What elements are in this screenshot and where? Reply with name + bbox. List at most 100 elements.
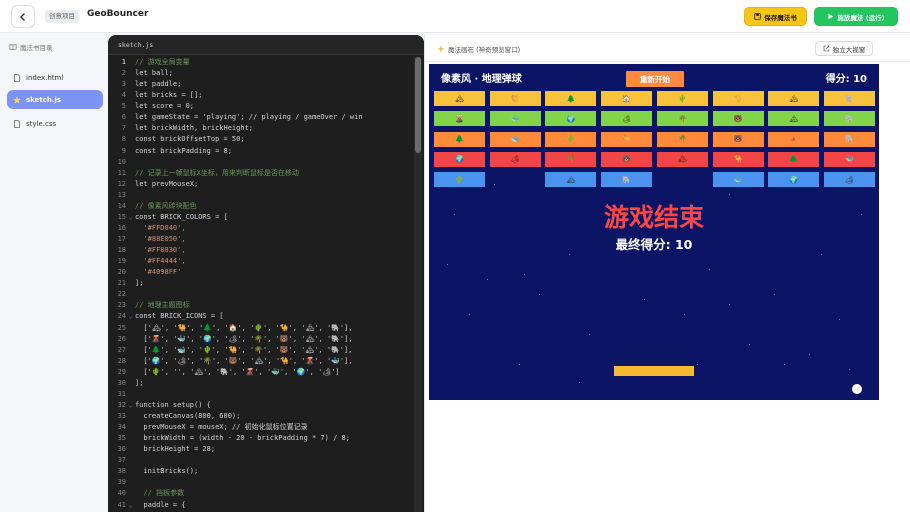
- sidebar-item-index-html[interactable]: index.html: [7, 68, 103, 87]
- code-line[interactable]: 29 ['🌵', '', '🏔', '🐘', '🌋', '🐳', '🌍', '🏕…: [108, 367, 414, 378]
- fold-chevron-icon[interactable]: ⌄: [126, 500, 135, 511]
- code-line[interactable]: 4 let bricks = [];: [108, 90, 414, 101]
- brick: 🐻: [601, 151, 653, 167]
- code-line[interactable]: 2 let ball;: [108, 68, 414, 79]
- background-star: [569, 254, 571, 256]
- sidebar-item-sketch-js[interactable]: sketch.js: [7, 90, 103, 109]
- code-line[interactable]: 38 initBricks();: [108, 466, 414, 477]
- editor-tab[interactable]: sketch.js: [108, 35, 424, 55]
- line-number: 33: [117, 412, 126, 420]
- code-line[interactable]: 14 // 像素风砖块配色: [108, 201, 414, 212]
- open-window-button[interactable]: 独立大视窗: [815, 41, 873, 56]
- code-line[interactable]: 41 ⌄ paddle = {: [108, 500, 414, 511]
- back-button[interactable]: [11, 5, 35, 28]
- code-line[interactable]: 22: [108, 289, 414, 300]
- code-line[interactable]: 27 ['🌲', '🐋', '🌵', '🐫', '🌴', '🐻', '🏔', '…: [108, 345, 414, 356]
- code-line[interactable]: 40 // 挡板参数: [108, 488, 414, 499]
- restart-button[interactable]: 重新开始: [626, 71, 684, 87]
- brick: 🌵: [545, 131, 597, 147]
- code-line[interactable]: 30];: [108, 378, 414, 389]
- code-line[interactable]: 10: [108, 157, 414, 168]
- code-line[interactable]: 39: [108, 477, 414, 488]
- fold-chevron-icon[interactable]: ⌄: [126, 400, 135, 411]
- star-icon: [13, 95, 21, 103]
- code-line[interactable]: 33 createCanvas(800, 600);: [108, 411, 414, 422]
- brick: 🏕: [823, 172, 875, 188]
- code-text: createCanvas(800, 600);: [135, 412, 241, 420]
- line-number: 11: [117, 168, 126, 177]
- code-line[interactable]: 19 '#FF4444',: [108, 256, 414, 267]
- line-number: 19: [117, 257, 126, 266]
- background-star: [579, 382, 581, 384]
- code-line[interactable]: 21];: [108, 278, 414, 289]
- code-line[interactable]: 12 let prevMouseX;: [108, 179, 414, 190]
- code-line[interactable]: 28 ['🌍', '🏕', '🌴', '🐻', '🏔', '🐪', '🌋', '…: [108, 356, 414, 367]
- code-line[interactable]: 8 const brickOffsetTop = 50;: [108, 134, 414, 145]
- code-line[interactable]: 26 ['🌋', '🐳', '🌍', '🏕', '🌴', '🐻', '🏔', '…: [108, 334, 414, 345]
- save-button[interactable]: 保存魔法书: [744, 7, 807, 26]
- code-line[interactable]: 9 const brickPadding = 8;: [108, 146, 414, 157]
- paddle: [614, 366, 694, 376]
- sidebar-item-label: index.html: [26, 73, 64, 82]
- code-line[interactable]: 23 // 地理主题图标: [108, 300, 414, 311]
- code-editor[interactable]: sketch.js 1 // 游戏全局变量 2 let ball; 3 let paddl…: [108, 35, 424, 512]
- line-number: 5: [121, 102, 126, 111]
- brick: 🐪: [712, 91, 764, 106]
- code-line[interactable]: 36 brickHeight = 28;: [108, 444, 414, 455]
- code-text: '#4098FF': [135, 268, 182, 277]
- background-star: [774, 294, 776, 296]
- background-star: [684, 314, 686, 316]
- code-line[interactable]: 35 brickWidth = (width - 20 - brickPaddi…: [108, 433, 414, 444]
- code-area[interactable]: 1 // 游戏全局变量 2 let ball; 3 let paddle; 4 let bri…: [108, 57, 414, 511]
- ball: [852, 384, 862, 394]
- play-icon: [828, 13, 834, 20]
- code-line[interactable]: 5 let score = 0;: [108, 101, 414, 112]
- game-canvas[interactable]: 像素风 · 地理弹球 重新开始 得分: 10 游戏结束 最终得分: 10 🏔 🐫 🌲…: [429, 64, 879, 400]
- code-line[interactable]: 6 let gameState = 'playing'; // playing /…: [108, 112, 414, 123]
- brick: 🌍: [768, 172, 820, 188]
- code-line[interactable]: 25 ['🏔', '🐫', '🌲', '🏠', '🌵', '🐪', '🏔', '…: [108, 323, 414, 334]
- code-text: const BRICK_COLORS = [: [135, 212, 228, 221]
- line-number: 1: [121, 58, 126, 66]
- brick: 🌴: [656, 111, 708, 127]
- fold-chevron-icon[interactable]: ⌄: [126, 212, 135, 223]
- code-line[interactable]: 7 let brickWidth, brickHeight;: [108, 123, 414, 134]
- code-line[interactable]: 18 '#FF8830',: [108, 245, 414, 256]
- line-number: 35: [117, 434, 126, 443]
- scrollbar-thumb[interactable]: [415, 57, 421, 153]
- code-line[interactable]: 31: [108, 389, 414, 400]
- project-badge: 创意项目: [45, 10, 79, 23]
- code-line[interactable]: 37: [108, 455, 414, 466]
- code-line[interactable]: 34 prevMouseX = mouseX; // 初始化鼠标位置记录: [108, 422, 414, 433]
- brick: 🐫: [489, 91, 541, 106]
- code-text: // 记录上一帧鼠标X坐标，用来判断鼠标是否在移动: [135, 168, 299, 177]
- code-line[interactable]: 16 '#FFD040',: [108, 223, 414, 234]
- sidebar-item-style-css[interactable]: style.css: [7, 114, 103, 133]
- code-line[interactable]: 17 '#88E050',: [108, 234, 414, 245]
- code-line[interactable]: 15 ⌄ const BRICK_COLORS = [: [108, 212, 414, 223]
- code-line[interactable]: 20 '#4098FF': [108, 267, 414, 278]
- brick: 🐳: [489, 111, 541, 127]
- code-text: let prevMouseX;: [135, 179, 199, 188]
- code-text: ['🌲', '🐋', '🌵', '🐫', '🌴', '🐻', '🏔', '🐘']…: [135, 345, 353, 354]
- code-line[interactable]: 11 // 记录上一帧鼠标X坐标，用来判断鼠标是否在移动: [108, 168, 414, 179]
- background-star: [447, 264, 449, 266]
- code-line[interactable]: 32 ⌄ function setup() {: [108, 400, 414, 411]
- code-line[interactable]: 24 ⌄ const BRICK_ICONS = [: [108, 311, 414, 322]
- brick: 🌍: [434, 151, 485, 167]
- brick: 🐳: [823, 151, 875, 167]
- run-button[interactable]: 施放魔法 (运行): [814, 7, 898, 26]
- fold-chevron-icon[interactable]: ⌄: [126, 311, 135, 322]
- code-text: const BRICK_ICONS = [: [135, 312, 224, 321]
- code-text: // 挡板参数: [135, 489, 185, 498]
- code-line[interactable]: 13: [108, 190, 414, 201]
- background-star: [469, 314, 471, 316]
- code-line[interactable]: 3 let paddle;: [108, 79, 414, 90]
- brick: 🐋: [489, 131, 541, 147]
- brick: 🌲: [768, 151, 820, 167]
- code-line[interactable]: 1 // 游戏全局变量: [108, 57, 414, 68]
- game-over-text: 游戏结束: [603, 203, 704, 232]
- line-number: 28: [117, 356, 126, 365]
- line-number: 38: [117, 467, 126, 476]
- editor-scrollbar[interactable]: [414, 57, 422, 512]
